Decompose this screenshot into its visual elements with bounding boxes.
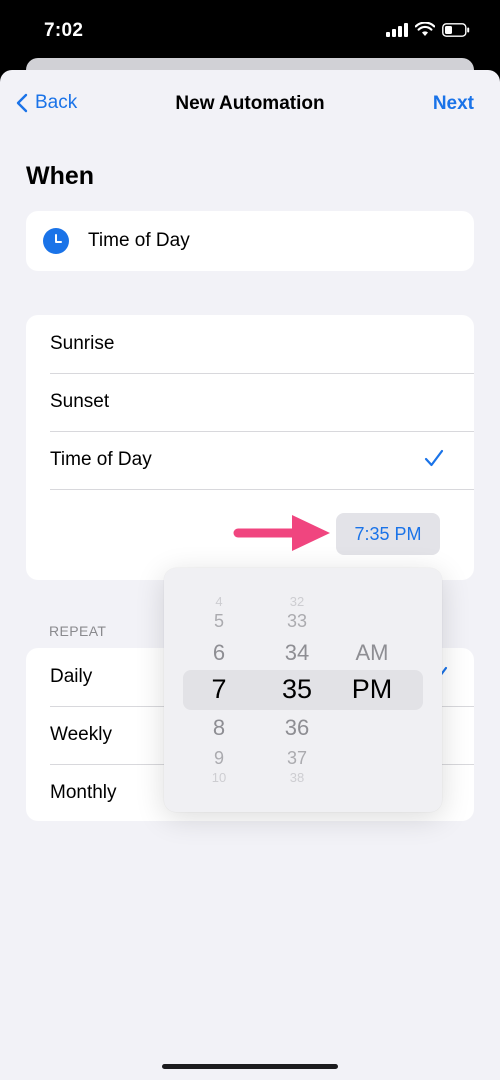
repeat-label-monthly: Monthly (50, 782, 117, 803)
signal-icon (386, 22, 408, 37)
arrow-annotation-icon (233, 515, 330, 551)
trigger-label: Time of Day (88, 230, 190, 251)
repeat-heading: REPEAT (49, 623, 107, 639)
minute-wheel[interactable]: 32 33 34 35 36 37 38 (267, 568, 327, 812)
hour-option[interactable]: 4 (189, 594, 249, 609)
time-picker-popover[interactable]: 4 5 6 7 8 9 10 32 33 34 35 36 37 38 AM P… (164, 568, 442, 812)
minute-option[interactable]: 33 (267, 611, 327, 632)
back-button-label: Back (35, 92, 78, 113)
hour-option[interactable]: 8 (189, 715, 249, 741)
option-label: Sunset (50, 391, 110, 412)
wifi-icon (415, 22, 435, 36)
option-sunrise[interactable]: Sunrise (50, 315, 474, 374)
hour-option[interactable]: 10 (189, 770, 249, 785)
repeat-label-weekly: Weekly (50, 724, 112, 745)
next-button[interactable]: Next (433, 93, 474, 115)
navigation-bar: Back New Automation Next (0, 70, 500, 140)
home-indicator[interactable] (162, 1064, 338, 1069)
minute-option[interactable]: 34 (267, 640, 327, 666)
option-sunset[interactable]: Sunset (50, 373, 474, 432)
minute-selected[interactable]: 35 (267, 674, 327, 705)
trigger-card[interactable]: Time of Day (26, 211, 474, 271)
hour-option[interactable]: 5 (189, 611, 249, 632)
chevron-left-icon (16, 93, 28, 113)
back-button[interactable]: Back (16, 92, 77, 114)
hour-wheel[interactable]: 4 5 6 7 8 9 10 (189, 568, 249, 812)
status-bar: 7:02 (0, 0, 500, 60)
repeat-label-daily: Daily (50, 666, 93, 687)
option-label: Sunrise (50, 333, 115, 354)
battery-icon (442, 22, 470, 37)
option-time-of-day[interactable]: Time of Day (50, 431, 474, 490)
minute-option[interactable]: 36 (267, 715, 327, 741)
minute-option[interactable]: 32 (267, 594, 327, 609)
period-wheel[interactable]: AM PM (342, 568, 402, 812)
hour-selected[interactable]: 7 (189, 674, 249, 705)
status-icons (386, 22, 470, 37)
when-heading: When (26, 162, 95, 190)
option-label: Time of Day (50, 449, 152, 470)
checkmark-icon (424, 449, 444, 467)
status-time: 7:02 (44, 20, 84, 41)
minute-option[interactable]: 38 (267, 770, 327, 785)
hour-option[interactable]: 9 (189, 748, 249, 769)
period-selected[interactable]: PM (342, 674, 402, 705)
hour-option[interactable]: 6 (189, 640, 249, 666)
automation-sheet: Back New Automation Next When Time of Da… (0, 70, 500, 1080)
period-option-am[interactable]: AM (342, 640, 402, 666)
clock-icon (43, 228, 69, 254)
time-picker-button[interactable]: 7:35 PM (336, 513, 440, 555)
minute-option[interactable]: 37 (267, 748, 327, 769)
